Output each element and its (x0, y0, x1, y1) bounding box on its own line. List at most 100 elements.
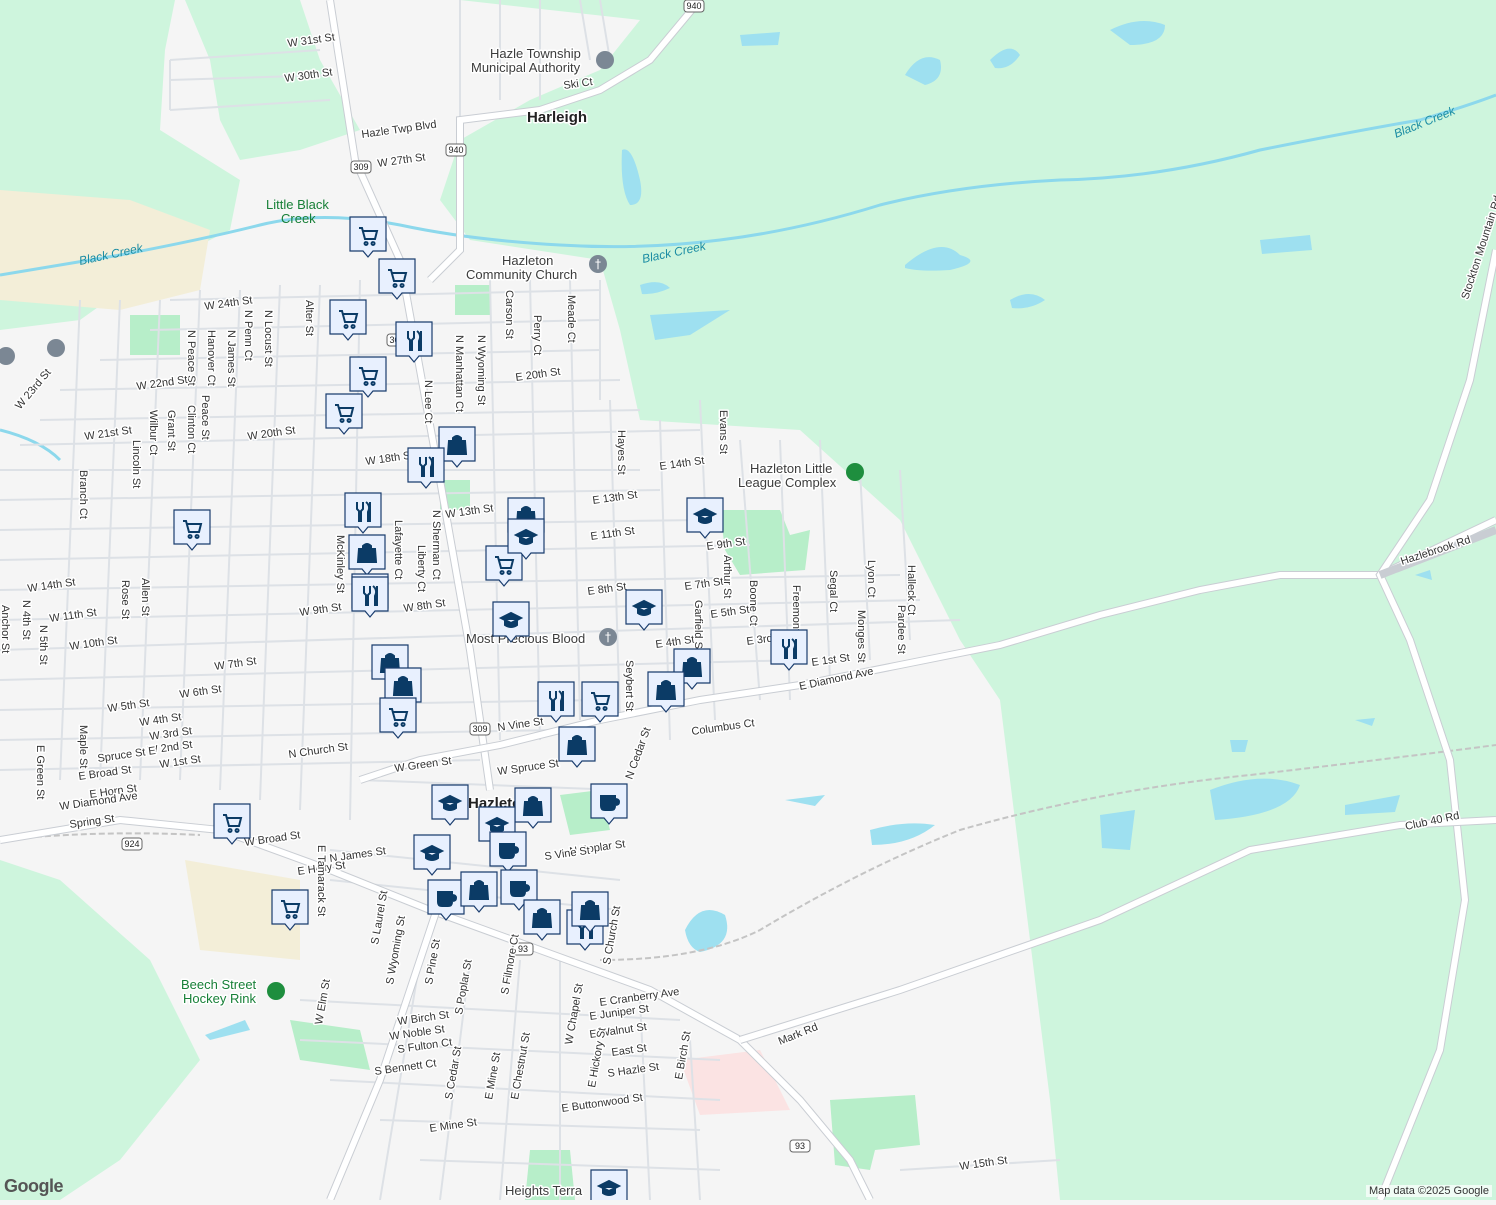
map-canvas[interactable]: 940 940 309 309 309 924 93 93 Black Cree… (0, 0, 1496, 1205)
route-shield: 309 (469, 722, 491, 736)
government-icon[interactable] (596, 51, 614, 69)
school-marker[interactable] (590, 1169, 628, 1205)
shopping-cart-marker[interactable] (378, 258, 416, 300)
shopping-cart-marker[interactable] (271, 889, 309, 931)
street-label: Evans St (717, 410, 729, 454)
poi-label: Hazleton Little (750, 461, 832, 476)
route-shield: 309 (350, 160, 372, 174)
school-marker[interactable] (413, 834, 451, 876)
google-logo: Google (4, 1176, 64, 1196)
poi-label: Hazleton (502, 253, 553, 268)
street-label: Clinton Ct (185, 405, 197, 453)
street-label: Hanover Ct (205, 330, 217, 386)
street-label: N Lee Ct (422, 380, 434, 423)
svg-text:†: † (605, 630, 611, 644)
school-marker[interactable] (507, 518, 545, 560)
street-label: Arthur St (721, 555, 733, 598)
street-label: McKinley St (334, 535, 346, 593)
street-label: N 5th St (37, 625, 49, 665)
street-label: N James St (225, 330, 237, 387)
street-label: E Tamarack St (315, 845, 327, 916)
park-1 (130, 315, 180, 355)
street-label: N Penn Ct (242, 310, 254, 361)
coffee-marker[interactable] (489, 831, 527, 873)
street-label: N Wyoming St (475, 335, 487, 405)
street-label: Hayes St (615, 430, 627, 475)
street-label: Lincoln St (130, 440, 142, 488)
street-label: Carson St (503, 290, 515, 339)
shopping-cart-marker[interactable] (379, 697, 417, 739)
lake-12 (1100, 810, 1135, 850)
shopping-cart-marker[interactable] (349, 216, 387, 258)
street-label: Wilbur Ct (147, 410, 159, 455)
poi-label: League Complex (738, 475, 837, 490)
shopping-cart-marker[interactable] (213, 803, 251, 845)
route-shield: 924 (121, 837, 143, 851)
street-label: Maple St (77, 725, 89, 768)
coffee-marker[interactable] (427, 879, 465, 921)
lake-18 (1230, 740, 1248, 752)
poi-label: Hazle Township (490, 46, 581, 61)
svg-text:309: 309 (353, 162, 368, 172)
street-label: Lafayette Ct (392, 520, 404, 579)
route-shield: 940 (683, 0, 705, 13)
shopping-cart-marker[interactable] (349, 356, 387, 398)
svg-text:93: 93 (795, 1141, 805, 1151)
route-shield: 940 (445, 143, 467, 157)
shopping-bag-marker[interactable] (348, 534, 386, 576)
street-label: Monges St (855, 610, 867, 663)
street-label: N 4th St (20, 600, 32, 640)
water-label: Little Black (266, 197, 329, 212)
shopping-bag-marker[interactable] (647, 671, 685, 713)
shopping-cart-marker[interactable] (173, 509, 211, 551)
school-marker[interactable] (492, 601, 530, 643)
street-label: Pardee St (895, 605, 907, 654)
shopping-bag-marker[interactable] (571, 891, 609, 933)
street-label: Grant St (165, 410, 177, 451)
svg-text:924: 924 (124, 839, 139, 849)
shopping-bag-marker[interactable] (558, 726, 596, 768)
restaurant-marker[interactable] (537, 681, 575, 723)
park-icon[interactable] (846, 463, 864, 481)
street-label: Garfield St (692, 600, 704, 652)
water-label: Creek (281, 211, 316, 226)
restaurant-marker[interactable] (407, 447, 445, 489)
school-marker[interactable] (625, 589, 663, 631)
shopping-bag-marker[interactable] (514, 787, 552, 829)
route-shield: 93 (789, 1139, 811, 1153)
street-label: E Green St (34, 745, 46, 799)
street-label: Lyon Ct (865, 560, 877, 598)
shopping-bag-marker[interactable] (460, 871, 498, 913)
shopping-cart-marker[interactable] (325, 393, 363, 435)
svg-text:†: † (595, 257, 601, 271)
shopping-cart-marker[interactable] (581, 681, 619, 723)
svg-text:309: 309 (472, 724, 487, 734)
street-label: Liberty Ct (415, 545, 427, 592)
shopping-bag-marker[interactable] (523, 899, 561, 941)
restaurant-marker[interactable] (344, 492, 382, 534)
street-label: Anchor St (0, 605, 11, 653)
poi-label: Hockey Rink (183, 991, 256, 1006)
map-attribution[interactable]: Map data ©2025 Google (1365, 1185, 1492, 1197)
restaurant-marker[interactable] (395, 321, 433, 363)
coffee-marker[interactable] (590, 783, 628, 825)
street-label: Allen St (139, 578, 151, 616)
street-label: Alter St (303, 300, 315, 336)
poi-label: Heights Terra (505, 1183, 583, 1198)
shopping-cart-marker[interactable] (329, 299, 367, 341)
street-label: N Locust St (262, 310, 274, 367)
street-label: Perry Ct (531, 315, 543, 355)
school-icon[interactable] (47, 339, 65, 357)
poi-label: Community Church (466, 267, 577, 282)
street-label: Segal Ct (827, 570, 839, 612)
street-label: Meade Ct (565, 295, 577, 343)
school-marker[interactable] (686, 497, 724, 539)
park-icon[interactable] (267, 982, 285, 1000)
map-svg: 940 940 309 309 309 924 93 93 Black Cree… (0, 0, 1496, 1205)
restaurant-marker[interactable] (770, 629, 808, 671)
street-label: Seybert St (623, 660, 635, 711)
place-label-harleigh: Harleigh (527, 109, 587, 126)
school-marker[interactable] (431, 784, 469, 826)
restaurant-marker[interactable] (351, 576, 389, 618)
street-label: Branch Ct (77, 470, 89, 519)
